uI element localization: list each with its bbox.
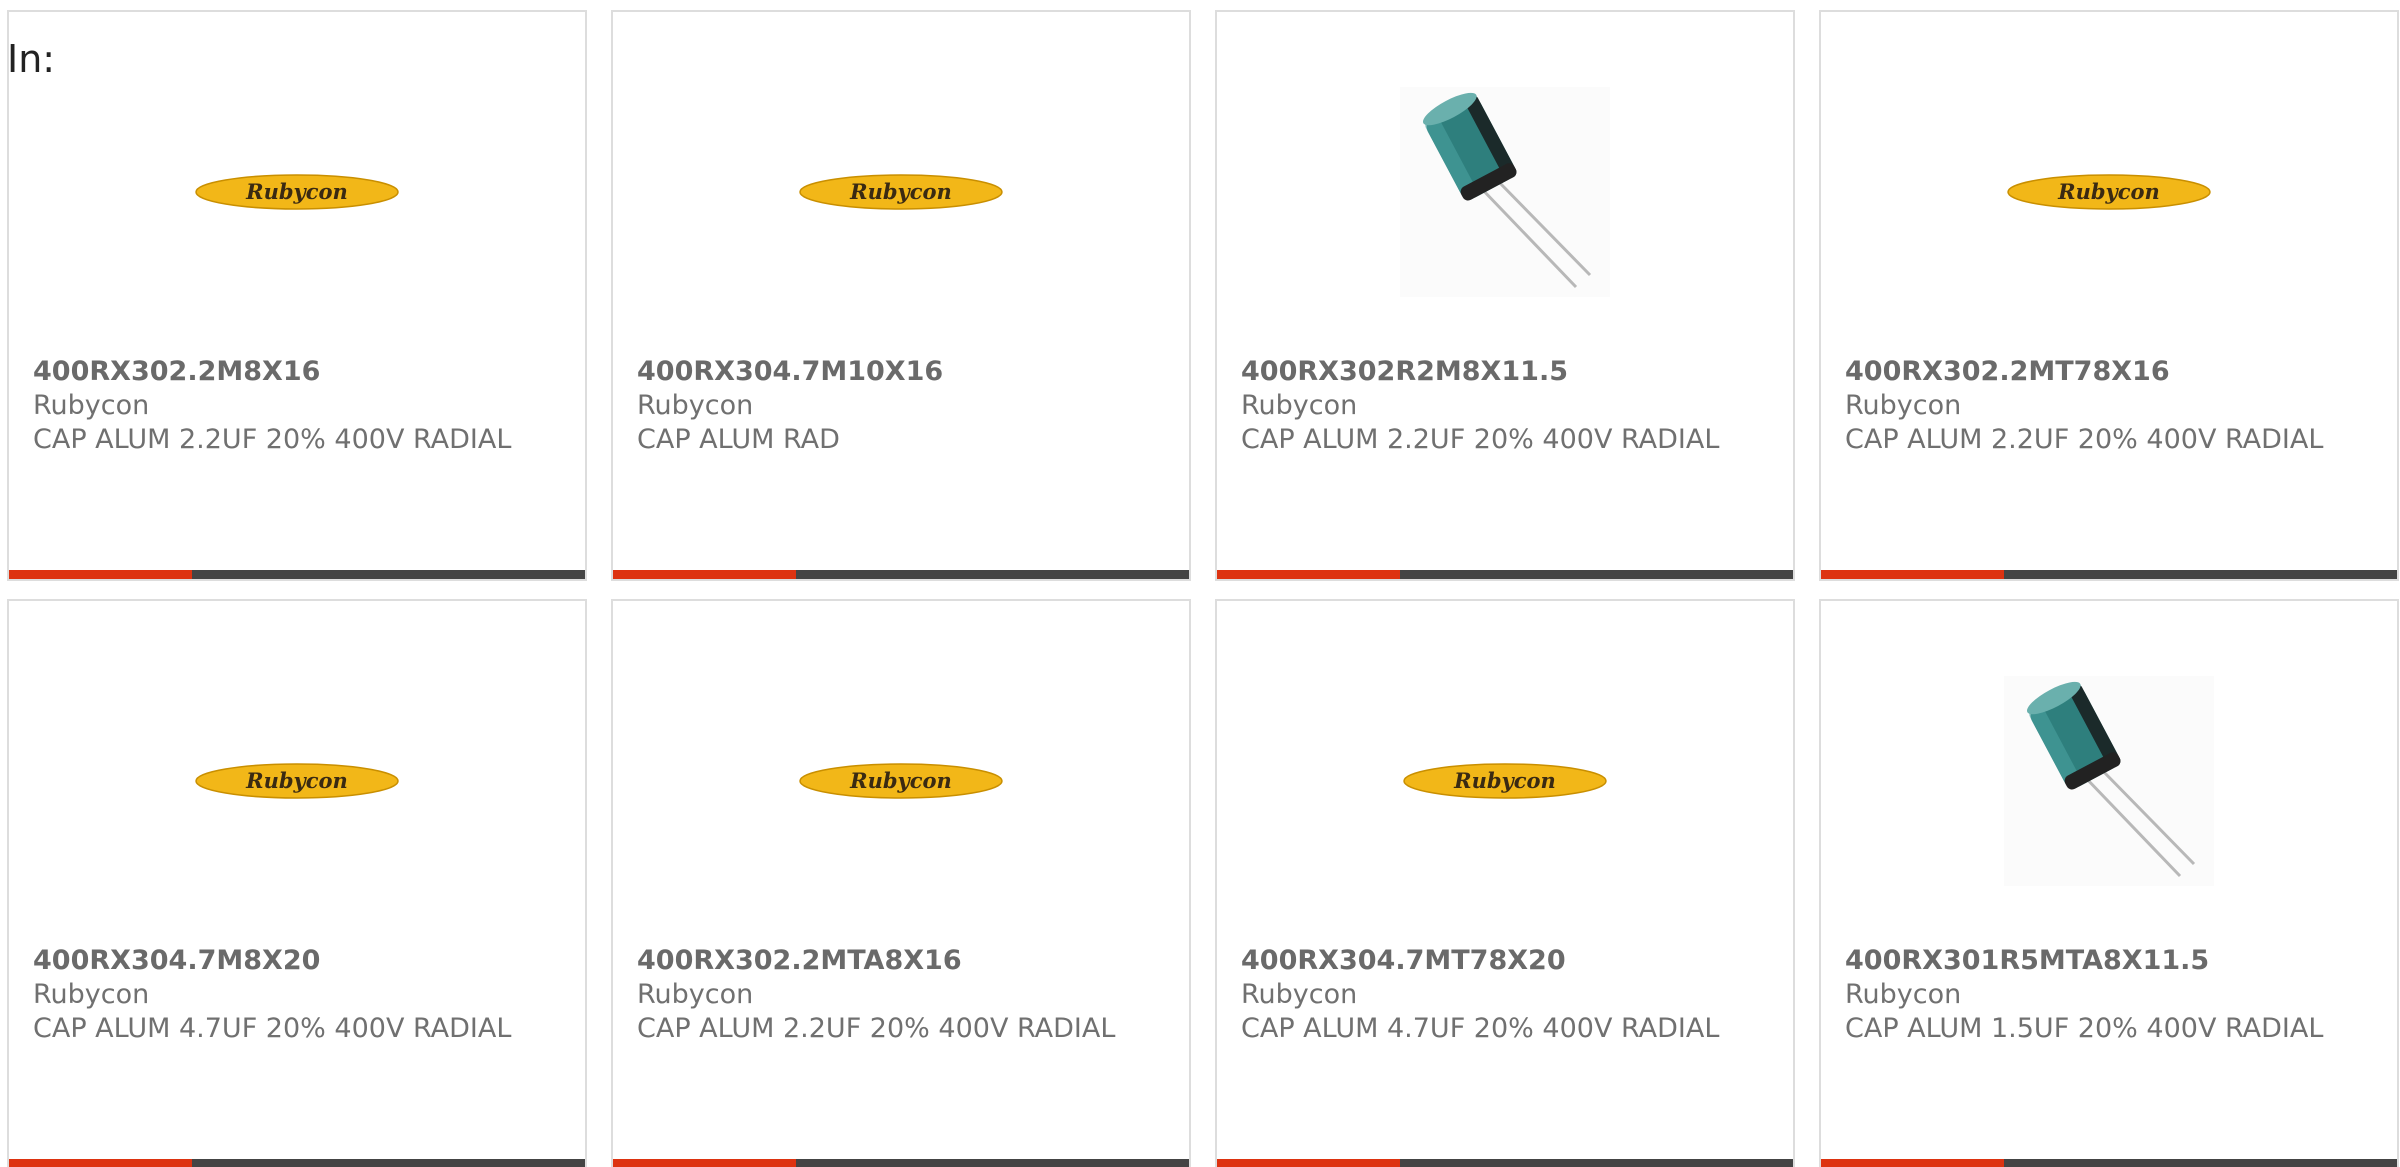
manufacturer-name: Rubycon [637,979,754,1010]
product-info: 400RX302.2M8X16 Rubycon CAP ALUM 2.2UF 2… [33,355,561,457]
card-bottom-bar [613,1159,1189,1167]
part-number[interactable]: 400RX304.7M10X16 [637,355,1165,389]
manufacturer-name: Rubycon [1241,390,1358,421]
product-card-7[interactable]: Rubycon 400RX304.7MT78X20 Rubycon CAP AL… [1215,599,1795,1167]
bar-rest [1400,570,1793,579]
bar-accent [9,570,192,579]
bar-accent [1217,1159,1400,1167]
bar-accent [1217,570,1400,579]
manufacturer-name: Rubycon [1845,979,1962,1010]
product-image: Rubycon [613,72,1189,312]
manufacturer-name: Rubycon [1845,390,1962,421]
rubycon-logo-icon: Rubycon [195,174,399,210]
bar-accent [9,1159,192,1167]
rubycon-logo-icon: Rubycon [799,174,1003,210]
bar-rest [2004,1159,2397,1167]
bar-rest [2004,570,2397,579]
logo-text: Rubycon [1453,768,1556,793]
bar-accent [1821,1159,2004,1167]
card-bottom-bar [1821,1159,2397,1167]
product-image: Rubycon [1217,661,1793,901]
product-image: Rubycon [9,661,585,901]
manufacturer-name: Rubycon [637,390,754,421]
rubycon-logo-icon: Rubycon [799,763,1003,799]
product-info: 400RX304.7M8X20 Rubycon CAP ALUM 4.7UF 2… [33,944,561,1046]
product-image: Rubycon [613,661,1189,901]
card-bottom-bar [9,570,585,579]
bar-rest [192,570,585,579]
part-number[interactable]: 400RX304.7MT78X20 [1241,944,1769,978]
part-number[interactable]: 400RX302R2M8X11.5 [1241,355,1769,389]
product-description: CAP ALUM RAD [637,424,840,455]
part-number[interactable]: 400RX302.2MTA8X16 [637,944,1165,978]
logo-text: Rubycon [245,768,348,793]
bar-rest [796,570,1189,579]
product-card-6[interactable]: Rubycon 400RX302.2MTA8X16 Rubycon CAP AL… [611,599,1191,1167]
logo-text: Rubycon [2057,179,2160,204]
part-number[interactable]: 400RX302.2MT78X16 [1845,355,2373,389]
product-card-2[interactable]: Rubycon 400RX304.7M10X16 Rubycon CAP ALU… [611,10,1191,581]
bar-accent [613,570,796,579]
bar-rest [192,1159,585,1167]
rubycon-logo-icon: Rubycon [2007,174,2211,210]
logo-text: Rubycon [245,179,348,204]
rubycon-logo-icon: Rubycon [195,763,399,799]
manufacturer-name: Rubycon [1241,979,1358,1010]
product-description: CAP ALUM 2.2UF 20% 400V RADIAL [33,424,512,455]
capacitor-photo-icon [2004,676,2214,886]
product-info: 400RX302.2MTA8X16 Rubycon CAP ALUM 2.2UF… [637,944,1165,1046]
product-description: CAP ALUM 2.2UF 20% 400V RADIAL [1845,424,2324,455]
capacitor-photo-icon [1400,87,1610,297]
product-description: CAP ALUM 1.5UF 20% 400V RADIAL [1845,1013,2324,1044]
in-label: In: [7,37,56,81]
product-info: 400RX302R2M8X11.5 Rubycon CAP ALUM 2.2UF… [1241,355,1769,457]
card-bottom-bar [1217,1159,1793,1167]
bar-rest [1400,1159,1793,1167]
product-image [1217,72,1793,312]
product-info: 400RX301R5MTA8X11.5 Rubycon CAP ALUM 1.5… [1845,944,2373,1046]
part-number[interactable]: 400RX302.2M8X16 [33,355,561,389]
product-info: 400RX302.2MT78X16 Rubycon CAP ALUM 2.2UF… [1845,355,2373,457]
part-number[interactable]: 400RX301R5MTA8X11.5 [1845,944,2373,978]
product-description: CAP ALUM 2.2UF 20% 400V RADIAL [637,1013,1116,1044]
bar-rest [796,1159,1189,1167]
card-bottom-bar [1217,570,1793,579]
rubycon-logo-icon: Rubycon [1403,763,1607,799]
bar-accent [1821,570,2004,579]
card-bottom-bar [1821,570,2397,579]
product-grid: Rubycon 400RX302.2M8X16 Rubycon CAP ALUM… [7,10,2399,1167]
product-image [1821,661,2397,901]
manufacturer-name: Rubycon [33,390,150,421]
page: In: Rubycon 400RX302.2M8X16 Rubycon CAP … [0,0,2400,1167]
product-image: Rubycon [1821,72,2397,312]
logo-text: Rubycon [849,768,952,793]
product-card-4[interactable]: Rubycon 400RX302.2MT78X16 Rubycon CAP AL… [1819,10,2399,581]
product-info: 400RX304.7M10X16 Rubycon CAP ALUM RAD [637,355,1165,457]
manufacturer-name: Rubycon [33,979,150,1010]
product-card-3[interactable]: 400RX302R2M8X11.5 Rubycon CAP ALUM 2.2UF… [1215,10,1795,581]
product-card-1[interactable]: Rubycon 400RX302.2M8X16 Rubycon CAP ALUM… [7,10,587,581]
product-card-8[interactable]: 400RX301R5MTA8X11.5 Rubycon CAP ALUM 1.5… [1819,599,2399,1167]
part-number[interactable]: 400RX304.7M8X20 [33,944,561,978]
product-description: CAP ALUM 4.7UF 20% 400V RADIAL [1241,1013,1720,1044]
card-bottom-bar [9,1159,585,1167]
logo-text: Rubycon [849,179,952,204]
product-image: Rubycon [9,72,585,312]
product-card-5[interactable]: Rubycon 400RX304.7M8X20 Rubycon CAP ALUM… [7,599,587,1167]
card-bottom-bar [613,570,1189,579]
product-description: CAP ALUM 2.2UF 20% 400V RADIAL [1241,424,1720,455]
product-info: 400RX304.7MT78X20 Rubycon CAP ALUM 4.7UF… [1241,944,1769,1046]
product-description: CAP ALUM 4.7UF 20% 400V RADIAL [33,1013,512,1044]
bar-accent [613,1159,796,1167]
